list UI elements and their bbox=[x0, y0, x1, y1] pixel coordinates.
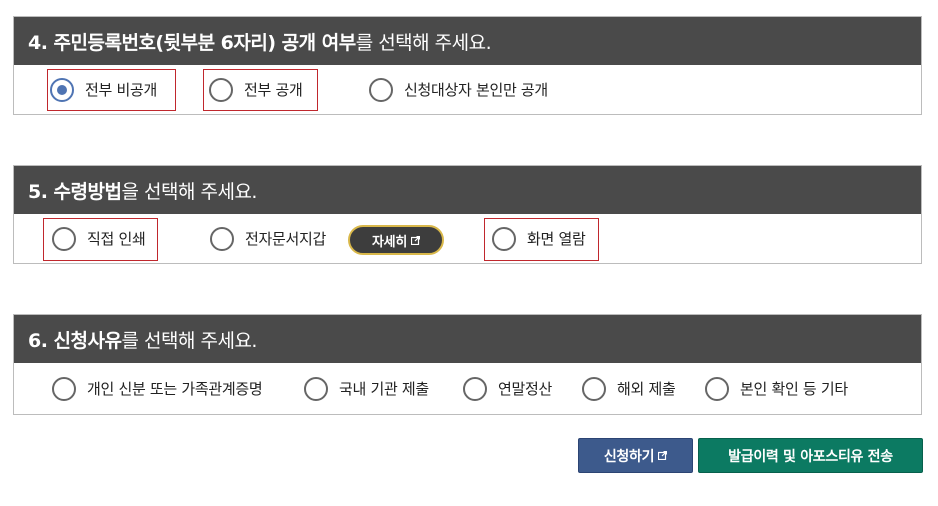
option-domestic-agency[interactable]: 국내 기관 제출 bbox=[304, 363, 429, 414]
detail-button-label: 자세히 bbox=[372, 234, 407, 250]
option-label: 국내 기관 제출 bbox=[339, 380, 429, 398]
option-e-wallet[interactable]: 전자문서지갑 bbox=[210, 214, 326, 263]
option-label: 연말정산 bbox=[498, 380, 553, 398]
section-instruction: 를 선택해 주세요. bbox=[355, 31, 492, 54]
section-title: 6. 신청사유 bbox=[28, 329, 122, 352]
section-header: 5. 수령방법 을 선택해 주세요. bbox=[14, 166, 921, 214]
option-label: 개인 신분 또는 가족관계증명 bbox=[87, 380, 263, 398]
radio-button[interactable] bbox=[209, 77, 233, 102]
options-row: 개인 신분 또는 가족관계증명 국내 기관 제출 연말정산 해외 제출 본인 확… bbox=[14, 363, 921, 414]
option-other[interactable]: 본인 확인 등 기타 bbox=[705, 363, 848, 414]
option-label: 본인 확인 등 기타 bbox=[740, 380, 848, 398]
option-label: 직접 인쇄 bbox=[87, 230, 146, 248]
option-label: 전부 공개 bbox=[244, 81, 303, 99]
radio-button[interactable] bbox=[52, 226, 76, 251]
history-button-label: 발급이력 및 아포스티유 전송 bbox=[728, 448, 893, 465]
option-all-public[interactable]: 전부 공개 bbox=[209, 65, 303, 114]
section-rrn-disclosure: 4. 주민등록번호(뒷부분 6자리) 공개 여부 를 선택해 주세요. 전부 비공… bbox=[13, 16, 922, 115]
apply-button-label: 신청하기 bbox=[603, 448, 655, 465]
options-row: 직접 인쇄 전자문서지갑 자세히 화면 열람 bbox=[14, 214, 921, 263]
radio-button[interactable] bbox=[463, 376, 487, 401]
section-title: 5. 수령방법 bbox=[28, 180, 122, 203]
radio-button[interactable] bbox=[492, 226, 516, 251]
section-application-reason: 6. 신청사유 를 선택해 주세요. 개인 신분 또는 가족관계증명 국내 기관 … bbox=[13, 314, 922, 415]
options-row: 전부 비공개 전부 공개 신청대상자 본인만 공개 bbox=[14, 65, 921, 114]
external-link-icon bbox=[410, 235, 420, 245]
option-screen-view[interactable]: 화면 열람 bbox=[492, 214, 586, 263]
section-title: 4. 주민등록번호(뒷부분 6자리) 공개 여부 bbox=[28, 31, 356, 54]
option-label: 해외 제출 bbox=[617, 380, 676, 398]
option-label: 화면 열람 bbox=[527, 230, 586, 248]
option-label: 전부 비공개 bbox=[85, 81, 157, 99]
option-all-private[interactable]: 전부 비공개 bbox=[50, 65, 157, 114]
detail-button[interactable]: 자세히 bbox=[348, 225, 444, 255]
section-instruction: 를 선택해 주세요. bbox=[121, 329, 257, 352]
radio-button[interactable] bbox=[210, 226, 234, 251]
option-label: 신청대상자 본인만 공개 bbox=[404, 81, 548, 99]
radio-button[interactable] bbox=[705, 376, 729, 401]
radio-button[interactable] bbox=[52, 376, 76, 401]
apply-button[interactable]: 신청하기 bbox=[578, 438, 693, 473]
section-header: 4. 주민등록번호(뒷부분 6자리) 공개 여부 를 선택해 주세요. bbox=[14, 17, 921, 65]
section-instruction: 을 선택해 주세요. bbox=[121, 180, 257, 203]
radio-button[interactable] bbox=[304, 376, 328, 401]
option-overseas[interactable]: 해외 제출 bbox=[582, 363, 676, 414]
issuance-history-apostille-button[interactable]: 발급이력 및 아포스티유 전송 bbox=[698, 438, 923, 473]
option-identity-family-cert[interactable]: 개인 신분 또는 가족관계증명 bbox=[52, 363, 263, 414]
section-header: 6. 신청사유 를 선택해 주세요. bbox=[14, 315, 921, 363]
radio-button[interactable] bbox=[369, 77, 393, 102]
radio-button[interactable] bbox=[582, 376, 606, 401]
option-direct-print[interactable]: 직접 인쇄 bbox=[52, 214, 146, 263]
section-receipt-method: 5. 수령방법 을 선택해 주세요. 직접 인쇄 전자문서지갑 자세히 화면 열람 bbox=[13, 165, 922, 264]
external-link-icon bbox=[658, 451, 668, 460]
option-year-end-tax[interactable]: 연말정산 bbox=[463, 363, 552, 414]
option-label: 전자문서지갑 bbox=[245, 230, 327, 248]
radio-button-checked[interactable] bbox=[50, 77, 74, 102]
option-self-only[interactable]: 신청대상자 본인만 공개 bbox=[369, 65, 548, 114]
